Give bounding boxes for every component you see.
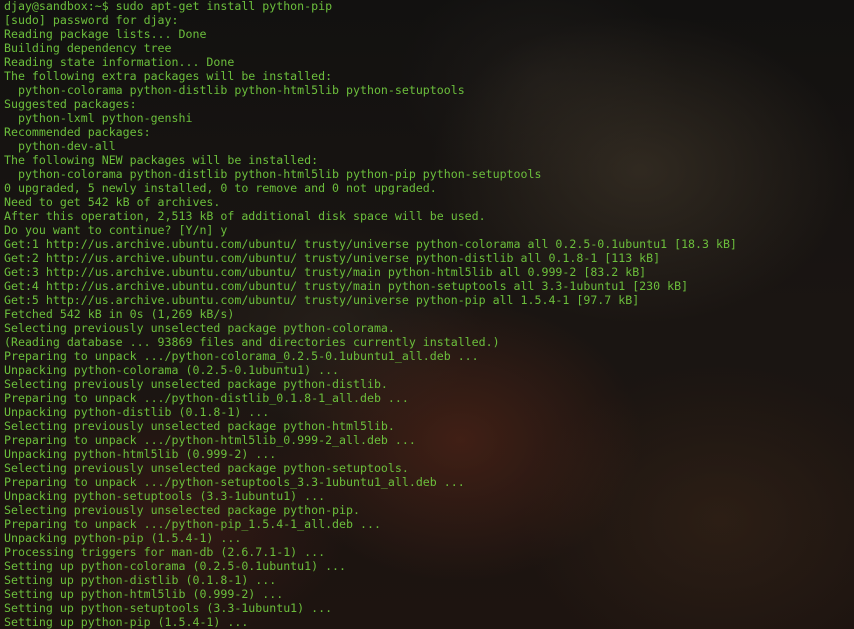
terminal-line: Preparing to unpack .../python-setuptool… (4, 475, 465, 489)
terminal-line: Selecting previously unselected package … (4, 461, 409, 475)
terminal-line: (Reading database ... 93869 files and di… (4, 335, 500, 349)
terminal-line: Get:1 http://us.archive.ubuntu.com/ubunt… (4, 237, 737, 251)
terminal-line: Selecting previously unselected package … (4, 321, 395, 335)
terminal-line: Reading package lists... Done (4, 27, 207, 41)
terminal-line: Selecting previously unselected package … (4, 419, 395, 433)
command-prompt-line: djay@sandbox:~$ sudo apt-get install pyt… (4, 0, 333, 13)
terminal-line: The following extra packages will be ins… (4, 69, 333, 83)
terminal-line: Preparing to unpack .../python-html5lib_… (4, 433, 416, 447)
terminal-line: Need to get 542 kB of archives. (4, 195, 221, 209)
terminal-line: Building dependency tree (4, 41, 172, 55)
terminal-line: [sudo] password for djay: (4, 13, 179, 27)
terminal-line: Setting up python-distlib (0.1.8-1) ... (4, 573, 277, 587)
terminal-line: Selecting previously unselected package … (4, 503, 360, 517)
terminal-line: After this operation, 2,513 kB of additi… (4, 209, 486, 223)
terminal-line: Fetched 542 kB in 0s (1,269 kB/s) (4, 307, 235, 321)
terminal-line: Get:2 http://us.archive.ubuntu.com/ubunt… (4, 251, 661, 265)
terminal-line: Suggested packages: (4, 97, 137, 111)
terminal-line: Get:3 http://us.archive.ubuntu.com/ubunt… (4, 265, 647, 279)
terminal-line: Setting up python-html5lib (0.999-2) ... (4, 587, 284, 601)
terminal-line: python-dev-all (4, 139, 116, 153)
terminal-line: The following NEW packages will be insta… (4, 153, 319, 167)
terminal-line: Processing triggers for man-db (2.6.7.1-… (4, 545, 326, 559)
terminal-line: Unpacking python-setuptools (3.3-1ubuntu… (4, 489, 326, 503)
terminal-line: Recommended packages: (4, 125, 151, 139)
terminal-line: python-colorama python-distlib python-ht… (4, 167, 542, 181)
terminal-line: Get:4 http://us.archive.ubuntu.com/ubunt… (4, 279, 689, 293)
terminal-line: Setting up python-setuptools (3.3-1ubunt… (4, 601, 333, 615)
terminal-window[interactable]: djay@sandbox:~$ sudo apt-get install pyt… (0, 0, 854, 629)
terminal-line: Preparing to unpack .../python-pip_1.5.4… (4, 517, 381, 531)
terminal-line: Selecting previously unselected package … (4, 377, 388, 391)
terminal-line: Unpacking python-colorama (0.2.5-0.1ubun… (4, 363, 340, 377)
terminal-line: Unpacking python-html5lib (0.999-2) ... (4, 447, 277, 461)
terminal-line: Setting up python-colorama (0.2.5-0.1ubu… (4, 559, 347, 573)
terminal-line: Get:5 http://us.archive.ubuntu.com/ubunt… (4, 293, 640, 307)
terminal-line: Unpacking python-pip (1.5.4-1) ... (4, 531, 242, 545)
terminal-line: Unpacking python-distlib (0.1.8-1) ... (4, 405, 270, 419)
terminal-line: Preparing to unpack .../python-distlib_0… (4, 391, 409, 405)
terminal-line: Reading state information... Done (4, 55, 235, 69)
terminal-line: python-colorama python-distlib python-ht… (4, 83, 465, 97)
terminal-line: 0 upgraded, 5 newly installed, 0 to remo… (4, 181, 437, 195)
terminal-line: python-lxml python-genshi (4, 111, 193, 125)
terminal-line: Setting up python-pip (1.5.4-1) ... (4, 615, 249, 629)
terminal-line: Preparing to unpack .../python-colorama_… (4, 349, 479, 363)
terminal-line: Do you want to continue? [Y/n] y (4, 223, 228, 237)
terminal-output: djay@sandbox:~$ sudo apt-get install pyt… (4, 0, 737, 629)
